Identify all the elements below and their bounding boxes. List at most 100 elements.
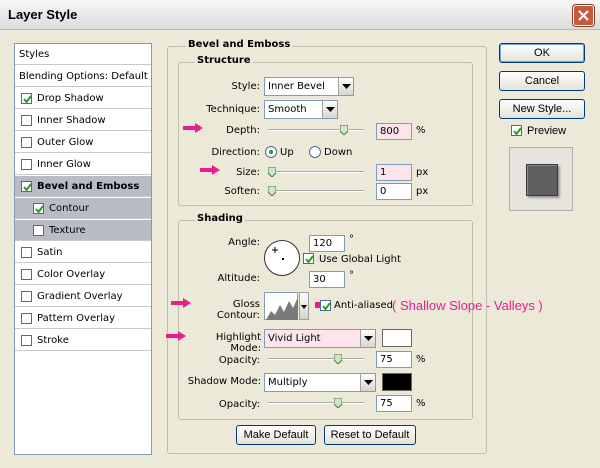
anti-aliased-checkbox[interactable] xyxy=(320,300,331,311)
depth-input[interactable]: 800 xyxy=(376,123,412,140)
blending-options[interactable]: Blending Options: Default xyxy=(15,66,151,87)
slider-thumb-icon[interactable] xyxy=(340,125,349,135)
pink-arrow-icon xyxy=(171,298,191,308)
depth-unit: % xyxy=(416,125,426,136)
gloss-contour-label: Gloss Contour: xyxy=(216,299,260,321)
size-slider[interactable] xyxy=(268,167,364,177)
style-item-checkbox[interactable] xyxy=(21,268,32,280)
reset-to-default-button[interactable]: Reset to Default xyxy=(324,425,416,445)
highlight-color-swatch[interactable] xyxy=(382,329,412,347)
close-button[interactable] xyxy=(573,5,594,26)
size-unit: px xyxy=(416,167,429,178)
bevel-emboss-title: Bevel and Emboss xyxy=(186,39,293,50)
style-item-label: Gradient Overlay xyxy=(37,290,123,302)
style-item-checkbox[interactable] xyxy=(21,246,32,258)
angle-label: Angle: xyxy=(228,237,260,248)
style-item-inner-glow[interactable]: Inner Glow xyxy=(15,154,151,175)
cancel-button[interactable]: Cancel xyxy=(499,71,585,91)
slider-thumb-icon[interactable] xyxy=(268,167,276,177)
size-input[interactable]: 1 xyxy=(376,164,412,181)
style-item-pattern-overlay[interactable]: Pattern Overlay xyxy=(15,308,151,329)
style-item-checkbox[interactable] xyxy=(33,224,44,236)
shadow-mode-select[interactable]: Multiply xyxy=(264,373,376,392)
title-bar[interactable]: Layer Style xyxy=(0,0,600,30)
style-item-gradient-overlay[interactable]: Gradient Overlay xyxy=(15,286,151,307)
style-item-checkbox[interactable] xyxy=(21,92,32,104)
highlight-mode-select[interactable]: Vivid Light xyxy=(264,329,376,348)
checkmark-icon xyxy=(322,302,331,311)
style-item-checkbox[interactable] xyxy=(21,158,32,170)
angle-input[interactable]: 120 xyxy=(309,235,345,252)
style-item-inner-shadow[interactable]: Inner Shadow xyxy=(15,110,151,131)
shadow-opacity-input[interactable]: 75 xyxy=(376,395,412,412)
preview-label[interactable]: Preview xyxy=(527,125,566,137)
chevron-down-icon xyxy=(301,305,307,309)
anti-aliased-label[interactable]: Anti-aliased xyxy=(334,300,393,311)
style-item-checkbox[interactable] xyxy=(21,290,32,302)
style-item-checkbox[interactable] xyxy=(21,180,32,192)
preview-thumbnail xyxy=(509,147,573,211)
angle-wheel[interactable] xyxy=(264,240,300,276)
layer-style-dialog: Layer Style Styles Blending Options: Def… xyxy=(0,0,600,468)
chevron-down-icon xyxy=(342,84,351,89)
shadow-opacity-slider[interactable] xyxy=(268,398,364,408)
technique-dropdown-button[interactable] xyxy=(322,101,337,118)
style-item-drop-shadow[interactable]: Drop Shadow xyxy=(15,88,151,109)
direction-down-label[interactable]: Down xyxy=(324,147,352,158)
gloss-contour-dropdown-button[interactable] xyxy=(299,292,309,320)
styles-header[interactable]: Styles xyxy=(15,44,151,65)
structure-title: Structure xyxy=(195,55,253,66)
style-label: Style: xyxy=(231,81,261,92)
style-item-bevel-and-emboss[interactable]: Bevel and Emboss xyxy=(15,176,151,197)
shadow-color-swatch[interactable] xyxy=(382,373,412,391)
soften-slider[interactable] xyxy=(268,186,364,196)
highlight-mode-dropdown-button[interactable] xyxy=(360,330,375,347)
checkmark-icon xyxy=(305,255,314,264)
global-light-label[interactable]: Use Global Light xyxy=(319,254,401,265)
shadow-opacity-label: Opacity: xyxy=(218,399,260,410)
style-item-label: Inner Shadow xyxy=(37,114,106,126)
chevron-down-icon xyxy=(326,107,335,112)
angle-unit: ° xyxy=(349,234,354,245)
global-light-checkbox[interactable] xyxy=(303,253,314,264)
soften-unit: px xyxy=(416,186,429,197)
slider-thumb-icon[interactable] xyxy=(268,186,276,196)
checkmark-icon xyxy=(513,127,522,136)
preview-checkbox[interactable] xyxy=(511,125,522,136)
style-item-checkbox[interactable] xyxy=(21,114,32,126)
checkmark-icon xyxy=(23,94,32,104)
checkmark-icon xyxy=(23,182,32,192)
new-style-button[interactable]: New Style... xyxy=(499,99,585,119)
ok-button[interactable]: OK xyxy=(499,43,585,63)
style-dropdown-button[interactable] xyxy=(338,78,353,95)
contour-curve-icon xyxy=(266,297,298,320)
style-item-satin[interactable]: Satin xyxy=(15,242,151,263)
direction-label: Direction: xyxy=(211,147,260,158)
slider-thumb-icon[interactable] xyxy=(334,354,342,364)
style-item-checkbox[interactable] xyxy=(21,136,32,148)
direction-up-label[interactable]: Up xyxy=(280,147,294,158)
shadow-mode-dropdown-button[interactable] xyxy=(360,374,375,391)
style-item-outer-glow[interactable]: Outer Glow xyxy=(15,132,151,153)
style-item-texture[interactable]: Texture xyxy=(15,220,151,241)
style-item-checkbox[interactable] xyxy=(21,334,32,346)
soften-input[interactable]: 0 xyxy=(376,183,412,200)
style-item-checkbox[interactable] xyxy=(33,202,44,214)
highlight-opacity-input[interactable]: 75 xyxy=(376,351,412,368)
direction-down-radio[interactable] xyxy=(309,146,321,158)
depth-slider[interactable] xyxy=(268,125,364,135)
slider-thumb-icon[interactable] xyxy=(334,398,342,408)
style-item-stroke[interactable]: Stroke xyxy=(15,330,151,351)
style-item-contour[interactable]: Contour xyxy=(15,198,151,219)
direction-up-radio[interactable] xyxy=(265,146,277,158)
highlight-opacity-slider[interactable] xyxy=(268,354,364,364)
style-item-label: Stroke xyxy=(37,334,69,346)
style-item-color-overlay[interactable]: Color Overlay xyxy=(15,264,151,285)
style-item-checkbox[interactable] xyxy=(21,312,32,324)
technique-select[interactable]: Smooth xyxy=(264,100,338,119)
gloss-contour-preview[interactable] xyxy=(264,292,298,320)
altitude-input[interactable]: 30 xyxy=(309,271,345,288)
make-default-button[interactable]: Make Default xyxy=(236,425,316,445)
style-select[interactable]: Inner Bevel xyxy=(264,77,354,96)
soften-label: Soften: xyxy=(224,186,260,197)
